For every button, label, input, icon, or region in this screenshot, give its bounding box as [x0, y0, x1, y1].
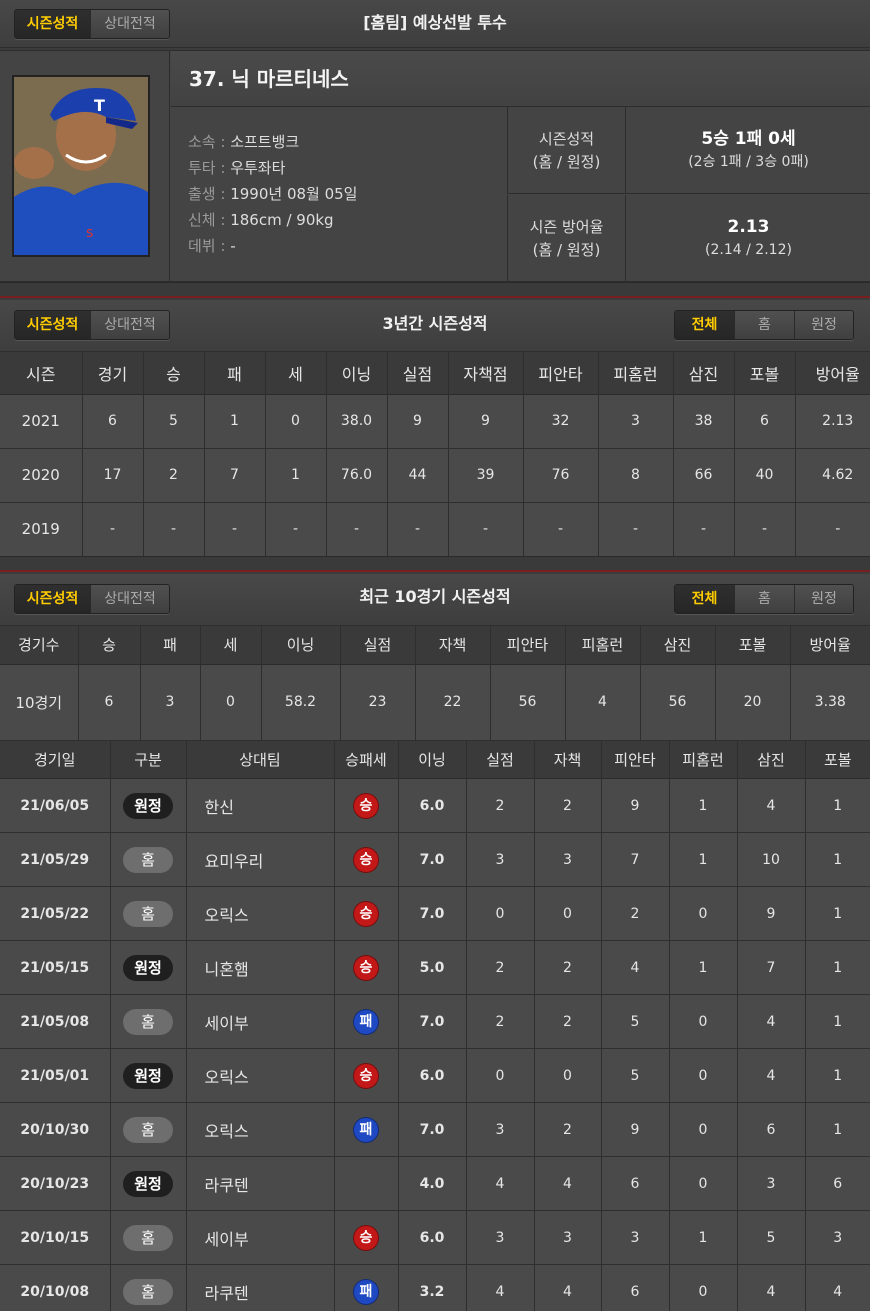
- result-badge: 패: [353, 1278, 379, 1305]
- player-name: 37. 닉 마르티네스: [189, 67, 349, 91]
- recent-games-table: 경기일 구분 상대팀 승패세 이닝 실점 자책 피안타 피홈런 삼진 포볼 21…: [0, 740, 870, 1311]
- venue-badge: 원정: [123, 792, 173, 819]
- filter-away[interactable]: 원정: [795, 311, 853, 339]
- recent-summary-table: 경기수 승 패 세 이닝 실점 자책 피안타 피홈런 삼진 포볼 방어율 10경…: [0, 626, 870, 741]
- info-throws-bats: 투타 : 우투좌타: [188, 159, 286, 177]
- games-header-row: 경기일 구분 상대팀 승패세 이닝 실점 자책 피안타 피홈런 삼진 포볼: [0, 740, 870, 779]
- three-year-filter: 전체 홈 원정: [674, 310, 854, 340]
- recent-tabs: 시즌성적 상대전적: [14, 584, 170, 614]
- game-row: 20/10/30 홈 오릭스 패 7.0 3 2 9 0 6 1: [0, 1102, 870, 1157]
- tab-season-record[interactable]: 시즌성적: [15, 10, 91, 38]
- season-row: 2020 17 2 7 1 76.0 44 39 76 8 66 40 4.62: [0, 448, 870, 503]
- photo-column: T s: [0, 51, 170, 281]
- result-badge: 승: [353, 954, 379, 981]
- game-row: 21/06/05 원정 한신 승 6.0 2 2 9 1 4 1: [0, 778, 870, 833]
- filter-away[interactable]: 원정: [795, 585, 853, 613]
- season-era-value: 2.13: [727, 216, 770, 237]
- venue-badge: 홈: [123, 1116, 173, 1143]
- season-record-value: 5승 1패 0세: [701, 128, 796, 149]
- svg-text:T: T: [94, 96, 105, 115]
- game-row: 21/05/15 원정 니혼햄 승 5.0 2 2 4 1 7 1: [0, 940, 870, 995]
- game-row: 20/10/15 홈 세이부 승 6.0 3 3 3 1 5 3: [0, 1210, 870, 1265]
- three-year-bar: 3년간 시즌성적 시즌성적 상대전적 전체 홈 원정: [0, 300, 870, 352]
- info-birth: 출생 : 1990년 08월 05일: [188, 185, 358, 203]
- summary-row: 10경기 6 3 0 58.2 23 22 56 4 56 20 3.38: [0, 664, 870, 741]
- tab-head-to-head[interactable]: 상대전적: [91, 585, 169, 613]
- filter-all[interactable]: 전체: [675, 311, 735, 339]
- venue-badge: 홈: [123, 1278, 173, 1305]
- venue-badge: 홈: [123, 1224, 173, 1251]
- recent-bar: 최근 10경기 시즌성적 시즌성적 상대전적 전체 홈 원정: [0, 574, 870, 626]
- summary-header-row: 경기수 승 패 세 이닝 실점 자책 피안타 피홈런 삼진 포볼 방어율: [0, 626, 870, 665]
- venue-badge: 원정: [123, 1062, 173, 1089]
- result-badge: 패: [353, 1008, 379, 1035]
- tab-season-record[interactable]: 시즌성적: [15, 311, 91, 339]
- info-debut: 데뷔 : -: [188, 237, 236, 255]
- top-tabs: 시즌성적 상대전적: [14, 9, 170, 39]
- player-photo-image: T s: [14, 77, 148, 255]
- season-header-row: 시즌 경기 승 패 세 이닝 실점 자책점 피안타 피홈런 삼진 포볼 방어율: [0, 352, 870, 395]
- venue-badge: 원정: [123, 954, 173, 981]
- filter-home[interactable]: 홈: [735, 585, 795, 613]
- game-row: 21/05/22 홈 오릭스 승 7.0 0 0 2 0 9 1: [0, 886, 870, 941]
- result-badge: 승: [353, 846, 379, 873]
- game-row: 21/05/29 홈 요미우리 승 7.0 3 3 7 1 10 1: [0, 832, 870, 887]
- season-stats-table: 시즌 경기 승 패 세 이닝 실점 자책점 피안타 피홈런 삼진 포볼 방어율 …: [0, 352, 870, 557]
- info-body: 신체 : 186cm / 90kg: [188, 211, 334, 229]
- tab-head-to-head[interactable]: 상대전적: [91, 10, 169, 38]
- recent-section: 최근 10경기 시즌성적 시즌성적 상대전적 전체 홈 원정 경기수 승 패 세…: [0, 574, 870, 1311]
- venue-badge: 홈: [123, 846, 173, 873]
- season-record-box: 시즌성적 (홈 / 원정) 5승 1패 0세 (2승 1패 / 3승 0패): [507, 107, 870, 194]
- season-row: 2019- - - - - - - - - - - -: [0, 502, 870, 557]
- player-info: 소속 : 소프트뱅크 투타 : 우투좌타 출생 : 1990년 08월 05일 …: [188, 129, 508, 259]
- game-row: 20/10/23 원정 라쿠텐 4.0 4 4 6 0 3 6: [0, 1156, 870, 1211]
- tab-head-to-head[interactable]: 상대전적: [91, 311, 169, 339]
- result-badge: 승: [353, 900, 379, 927]
- venue-badge: 홈: [123, 1008, 173, 1035]
- filter-home[interactable]: 홈: [735, 311, 795, 339]
- venue-badge: 홈: [123, 900, 173, 927]
- three-year-tabs: 시즌성적 상대전적: [14, 310, 170, 340]
- game-row: 21/05/08 홈 세이부 패 7.0 2 2 5 0 4 1: [0, 994, 870, 1049]
- top-bar: [홈팀] 예상선발 투수 시즌성적 상대전적: [0, 0, 870, 48]
- player-name-row: 37. 닉 마르티네스: [171, 51, 870, 107]
- result-badge: 승: [353, 1224, 379, 1251]
- result-badge: 승: [353, 1062, 379, 1089]
- pitcher-section: [홈팀] 예상선발 투수 시즌성적 상대전적 T s 37. 닉 마르티네스 소…: [0, 0, 870, 282]
- section-divider: [0, 282, 870, 298]
- player-profile: T s 37. 닉 마르티네스 소속 : 소프트뱅크 투타 : 우투좌타 출생 …: [0, 50, 870, 282]
- season-era-box: 시즌 방어율 (홈 / 원정) 2.13 (2.14 / 2.12): [507, 195, 870, 282]
- filter-all[interactable]: 전체: [675, 585, 735, 613]
- info-team: 소속 : 소프트뱅크: [188, 133, 300, 151]
- game-row: 20/10/08 홈 라쿠텐 패 3.2 4 4 6 0 4 4: [0, 1264, 870, 1311]
- tab-season-record[interactable]: 시즌성적: [15, 585, 91, 613]
- three-year-section: 3년간 시즌성적 시즌성적 상대전적 전체 홈 원정 시즌 경기 승 패 세 이…: [0, 300, 870, 557]
- recent-filter: 전체 홈 원정: [674, 584, 854, 614]
- section-divider: [0, 556, 870, 572]
- result-badge: 패: [353, 1116, 379, 1143]
- venue-badge: 원정: [123, 1170, 173, 1197]
- season-row: 2021 6 5 1 0 38.0 9 9 32 3 38 6 2.13: [0, 394, 870, 449]
- player-photo: T s: [12, 75, 150, 257]
- svg-text:s: s: [86, 225, 93, 241]
- result-badge: 승: [353, 792, 379, 819]
- game-row: 21/05/01 원정 오릭스 승 6.0 0 0 5 0 4 1: [0, 1048, 870, 1103]
